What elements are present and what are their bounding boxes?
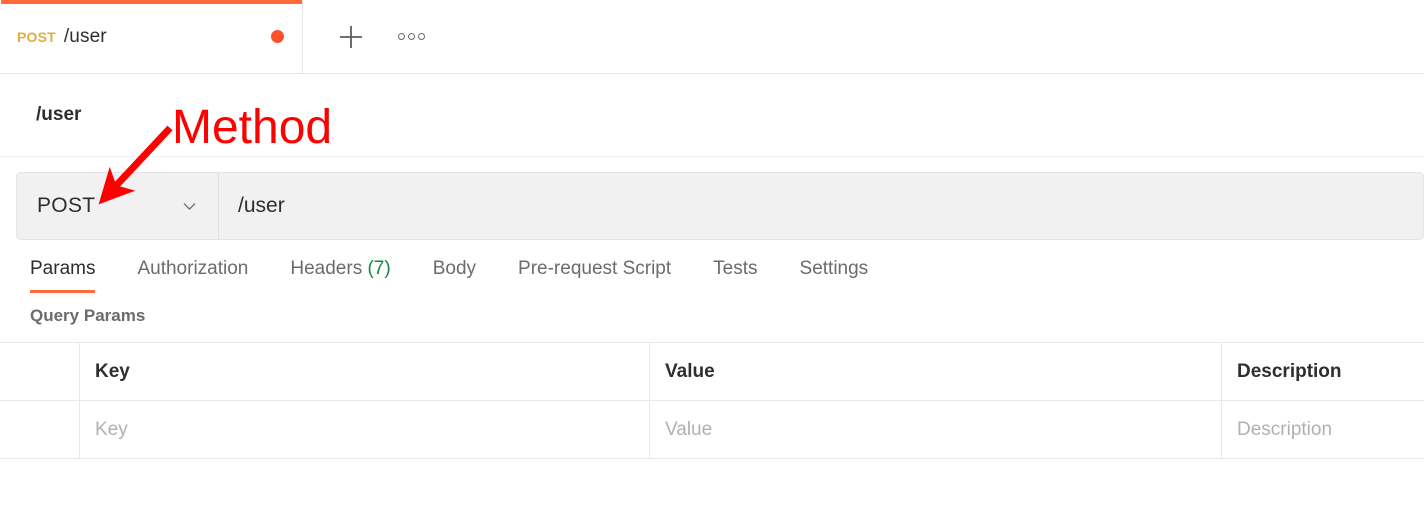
query-params-table: Key Value Description Key Value Descript… bbox=[0, 342, 1424, 459]
tab-pre-request-script-label: Pre-request Script bbox=[518, 258, 671, 279]
url-bar-container: POST /user bbox=[0, 157, 1424, 240]
tab-tests[interactable]: Tests bbox=[713, 258, 757, 293]
method-selector[interactable]: POST bbox=[17, 173, 219, 239]
method-selector-label: POST bbox=[37, 194, 95, 218]
table-header-row: Key Value Description bbox=[0, 343, 1424, 401]
plus-icon bbox=[337, 23, 365, 51]
query-params-heading: Query Params bbox=[0, 293, 1424, 326]
tab-headers-count: (7) bbox=[367, 258, 390, 279]
ellipsis-icon-dot-2 bbox=[408, 33, 415, 40]
tab-more-actions-button[interactable] bbox=[379, 11, 443, 63]
tab-tests-label: Tests bbox=[713, 258, 757, 279]
tab-authorization[interactable]: Authorization bbox=[137, 258, 248, 293]
tab-authorization-label: Authorization bbox=[137, 258, 248, 279]
tab-body[interactable]: Body bbox=[433, 258, 476, 293]
tab-body-label: Body bbox=[433, 258, 476, 279]
tab-params[interactable]: Params bbox=[30, 258, 95, 293]
header-checkbox-column bbox=[0, 343, 80, 400]
tab-pre-request-script[interactable]: Pre-request Script bbox=[518, 258, 671, 293]
new-tab-button[interactable] bbox=[323, 11, 379, 63]
unsaved-dot-icon[interactable] bbox=[271, 30, 284, 43]
request-title[interactable]: /user bbox=[36, 104, 81, 126]
request-title-bar: /user bbox=[0, 74, 1424, 157]
tab-strip-actions bbox=[303, 0, 443, 73]
row-value-input[interactable]: Value bbox=[650, 401, 1222, 458]
row-checkbox-cell[interactable] bbox=[0, 401, 80, 458]
row-key-input[interactable]: Key bbox=[80, 401, 650, 458]
ellipsis-icon-dot-1 bbox=[398, 33, 405, 40]
tab-settings-label: Settings bbox=[800, 258, 869, 279]
request-tab-post-user[interactable]: POST /user bbox=[0, 0, 303, 73]
url-bar: POST /user bbox=[16, 172, 1424, 240]
url-input-value: /user bbox=[238, 194, 285, 218]
table-row: Key Value Description bbox=[0, 401, 1424, 458]
header-value: Value bbox=[650, 343, 1222, 400]
request-tab-strip: POST /user bbox=[0, 0, 1424, 74]
tab-headers-label: Headers bbox=[290, 258, 362, 279]
tab-name-label: /user bbox=[64, 26, 261, 48]
header-key: Key bbox=[80, 343, 650, 400]
row-description-input[interactable]: Description bbox=[1222, 401, 1424, 458]
tab-settings[interactable]: Settings bbox=[800, 258, 869, 293]
tab-params-label: Params bbox=[30, 258, 95, 279]
header-description: Description bbox=[1222, 343, 1424, 400]
tab-method-label: POST bbox=[17, 29, 56, 45]
tab-headers[interactable]: Headers (7) bbox=[290, 258, 390, 293]
ellipsis-icon-dot-3 bbox=[418, 33, 425, 40]
chevron-down-icon bbox=[181, 198, 198, 215]
request-section-tabs: Params Authorization Headers (7) Body Pr… bbox=[0, 240, 1424, 293]
url-input[interactable]: /user bbox=[219, 173, 1423, 239]
